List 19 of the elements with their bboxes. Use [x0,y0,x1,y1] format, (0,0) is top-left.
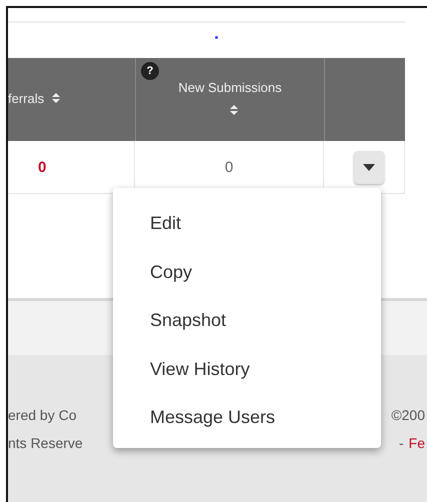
dropdown-button[interactable] [354,150,384,184]
footer-text: - [398,435,404,453]
table-cell: 0 [224,158,234,176]
menu-item[interactable]: Edit [113,209,381,258]
help-icon[interactable]: ? [141,62,159,80]
footer-link[interactable]: Fe [408,435,425,463]
menu-item[interactable]: View History [113,354,381,403]
sort-icon[interactable] [52,93,60,104]
menu-item[interactable]: Message Users [113,403,381,452]
footer-text: nts Reserve [8,435,83,453]
caret-icon [363,164,375,170]
sort-icon[interactable] [230,104,238,114]
loading-dot [215,36,218,39]
menu-item[interactable]: Copy [113,258,381,306]
table-cell: 0 [38,158,46,176]
footer-text: ©200 [391,407,425,425]
column-header: ? New Submissions [136,58,325,141]
footer-text: ered by Co [8,407,76,425]
column-header: ferrals [8,58,136,141]
